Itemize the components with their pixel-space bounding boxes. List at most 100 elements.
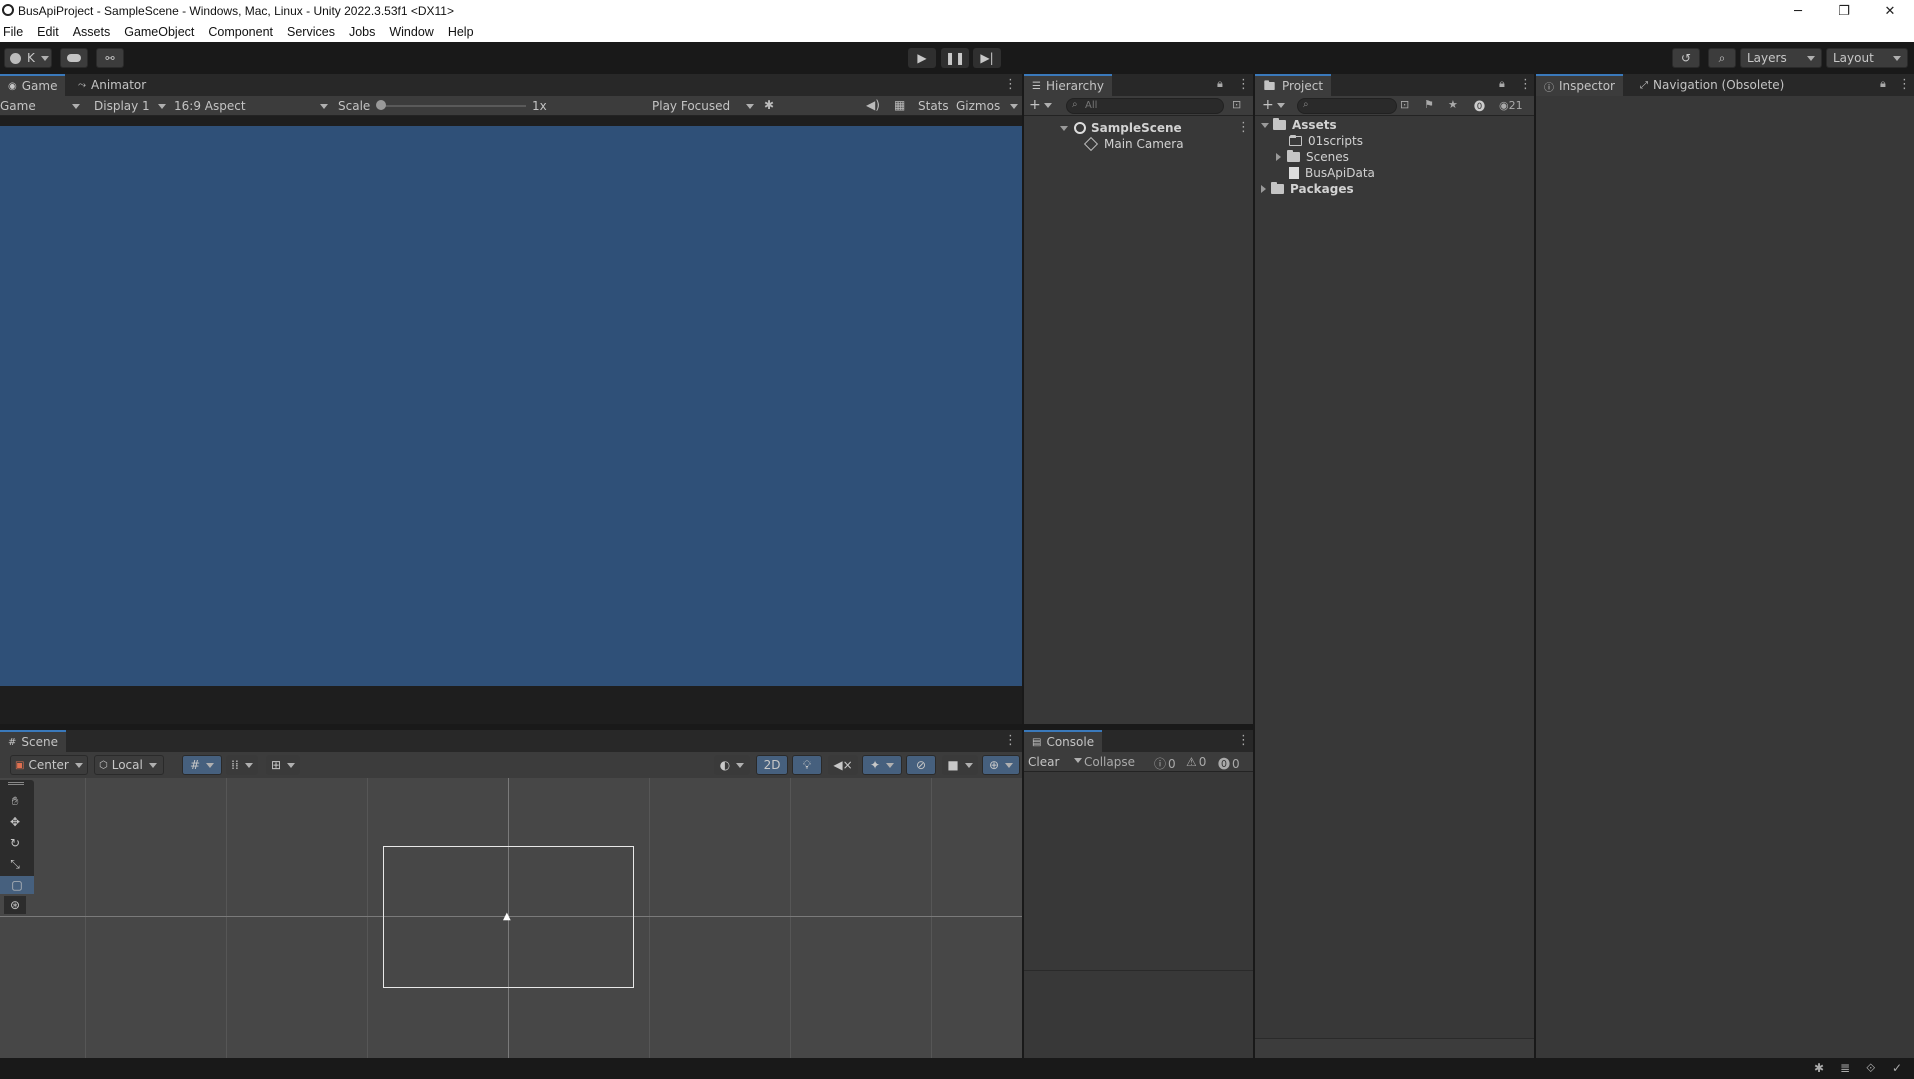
lighting-toggle[interactable]: 💡︎ [792,755,822,775]
scene-more-icon[interactable]: ⋮ [1237,120,1250,135]
draw-mode-dropdown[interactable]: ◐ [714,755,750,775]
transform-tool-icon[interactable]: ⊛ [4,896,26,914]
layers-dropdown[interactable]: Layers [1740,48,1822,68]
tab-animator[interactable]: ⤳ Animator [70,74,154,96]
favorite-icon[interactable]: ★ [1448,98,1458,111]
search-by-type-icon[interactable]: ⊡ [1400,98,1409,111]
minimize-button[interactable]: ─ [1776,0,1820,22]
progress-check-icon[interactable]: ✓ [1892,1061,1902,1075]
game-view[interactable] [0,126,1022,686]
play-focus-dropdown[interactable]: Play Focused [652,99,756,113]
pause-button[interactable]: ❚❚ [941,48,969,68]
lock-icon[interactable]: 🔒︎ [1499,77,1505,91]
camera-dropdown[interactable]: ■ [942,755,978,775]
game-more-icon[interactable]: ⋮ [1004,77,1017,92]
menu-services[interactable]: Services [280,22,342,39]
rotate-tool-icon[interactable]: ↻ [4,834,26,852]
clear-options-dropdown[interactable] [1068,753,1082,767]
menu-assets[interactable]: Assets [66,22,118,39]
mute-audio-icon[interactable]: ◀) [866,98,880,112]
tree-item-scenes[interactable]: Scenes [1276,149,1349,165]
scale-tool-icon[interactable]: ⤡ [4,855,26,873]
search-by-label-icon[interactable]: ⚑ [1424,98,1434,111]
scene-visibility-toggle[interactable]: ⊘ [906,755,936,775]
maximize-button[interactable]: ❐ [1822,0,1866,22]
tab-console[interactable]: ▤ Console [1024,730,1103,752]
tab-hierarchy[interactable]: ☰ Hierarchy [1024,74,1112,96]
menu-component[interactable]: Component [201,22,280,39]
move-tool-icon[interactable]: ✥ [4,813,26,831]
lock-icon[interactable]: 🔒︎ [1880,77,1886,91]
play-button[interactable]: ▶ [908,48,936,68]
space-dropdown[interactable]: ⬡ Local [94,755,164,775]
gizmos-dropdown[interactable]: Gizmos [956,99,1018,113]
scale-slider-handle[interactable] [376,100,386,110]
search-button[interactable]: ⌕ [1708,48,1736,68]
warning-count-toggle[interactable]: ⚠ 0 [1186,755,1206,769]
lock-icon[interactable]: 🔒︎ [1217,77,1223,91]
visibility-count[interactable]: ◉21 [1499,99,1523,112]
menu-help[interactable]: Help [441,22,481,39]
create-dropdown[interactable]: + [1029,97,1052,113]
tab-scene[interactable]: # Scene [0,730,66,752]
error-count-toggle[interactable]: ⓿0 [1218,755,1240,772]
tab-project[interactable]: Project [1255,74,1332,96]
rect-tool-icon[interactable]: ▢ [0,876,34,894]
scene-root-item[interactable]: SampleScene [1060,120,1182,136]
audio-toggle[interactable]: ◀× [828,755,858,775]
cache-server-icon[interactable]: ≣ [1840,1061,1850,1075]
scale-slider[interactable] [378,105,526,107]
grid-snap-dropdown[interactable]: # [182,755,222,775]
menu-window[interactable]: Window [382,22,440,39]
collapse-button[interactable]: Collapse [1084,755,1135,769]
hidden-packages-icon[interactable]: ⓿ [1474,98,1485,114]
info-count-toggle[interactable]: ⓘ 0 [1154,755,1176,772]
tree-item-01scripts[interactable]: 01scripts [1289,133,1363,149]
account-dropdown[interactable]: K [4,48,52,68]
stats-button[interactable]: Stats [918,99,949,113]
tree-item-packages[interactable]: Packages [1261,181,1354,197]
2d-toggle[interactable]: 2D [756,755,788,775]
layout-dropdown[interactable]: Layout [1826,48,1908,68]
hierarchy-more-icon[interactable]: ⋮ [1237,77,1250,92]
keyboard-icon[interactable]: ▦ [894,98,905,112]
menu-jobs[interactable]: Jobs [342,22,382,39]
collab-button[interactable]: ⚯ [96,48,124,68]
auto-generate-lighting-icon[interactable]: ⟐ [1866,1061,1875,1076]
snap-increment-dropdown[interactable]: ⁞⁞ [226,755,258,775]
close-button[interactable]: ✕ [1868,0,1912,22]
create-dropdown[interactable]: + [1262,97,1285,113]
display-dropdown[interactable]: Display 1 [94,99,168,113]
effects-dropdown[interactable]: ✦ [862,755,902,775]
inspector-more-icon[interactable]: ⋮ [1898,77,1911,92]
bug-icon[interactable]: ✱ [764,98,774,112]
clear-button[interactable]: Clear [1028,755,1059,769]
menu-edit[interactable]: Edit [30,22,66,39]
history-button[interactable]: ↺ [1672,48,1700,68]
gizmos-dropdown[interactable]: ⊕ [982,755,1020,775]
game-mode-dropdown[interactable]: Game [0,99,82,113]
tab-game[interactable]: ◉ Game [0,74,66,96]
debug-mode-icon[interactable]: ✱ [1814,1061,1824,1075]
tab-inspector[interactable]: ⓘ Inspector [1536,74,1623,96]
scene-more-icon[interactable]: ⋮ [1004,733,1017,748]
scene-view[interactable]: ▲ ✋︎ ✥ ↻ ⤡ ▢ ⊛ [0,778,1022,1058]
menu-gameobject[interactable]: GameObject [117,22,201,39]
step-button[interactable]: ▶| [973,48,1001,68]
palette-handle-icon[interactable] [8,782,24,785]
hierarchy-search-input[interactable]: ⌕ All [1066,98,1224,114]
cloud-button[interactable] [60,48,88,68]
aspect-dropdown[interactable]: 16:9 Aspect [174,99,330,113]
tree-item-assets[interactable]: Assets [1261,117,1337,133]
tree-item-busapidata[interactable]: BusApiData [1289,165,1375,181]
align-dropdown[interactable]: ⊞ [266,755,300,775]
pivot-dropdown[interactable]: ▣ Center [10,755,88,775]
camera-gizmo-icon[interactable]: ▲ [503,911,511,922]
hand-tool-icon[interactable]: ✋︎ [4,792,26,810]
menu-file[interactable]: File [0,22,30,39]
tab-navigation[interactable]: ⤢ Navigation (Obsolete) [1632,74,1792,96]
project-search-input[interactable]: ⌕ [1297,98,1397,114]
hierarchy-item[interactable]: Main Camera [1083,136,1184,152]
search-by-type-icon[interactable]: ⊡ [1232,98,1241,111]
project-more-icon[interactable]: ⋮ [1519,77,1532,92]
